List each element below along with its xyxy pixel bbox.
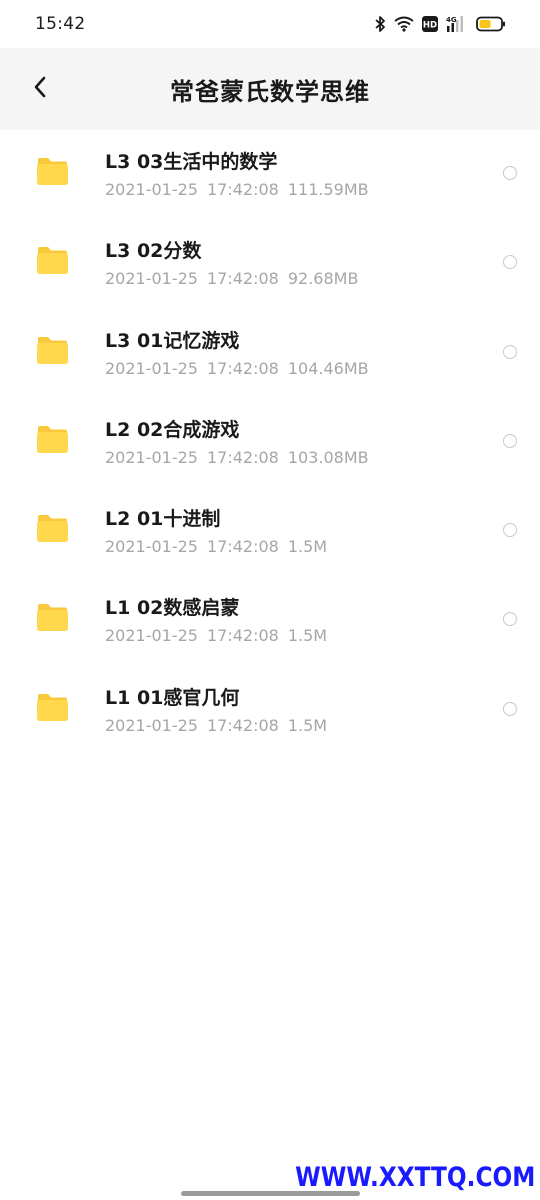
file-size: 1.5M (287, 537, 328, 557)
folder-icon (36, 157, 69, 186)
file-row[interactable]: L3 02分数 2021-01-25 17:42:08 92.68MB (0, 219, 540, 308)
file-date: 2021-01-25 (105, 715, 198, 735)
file-time: 17:42:08 (206, 180, 279, 199)
status-icons: HD 4G (374, 15, 506, 33)
file-time: 17:42:08 (206, 447, 279, 467)
file-row[interactable]: L1 01感官几何 2021-01-25 17:42:08 1.5M (0, 666, 540, 755)
select-radio[interactable] (503, 166, 517, 180)
page-title: 常爸蒙氏数学思维 (170, 77, 370, 106)
status-bar: 15:42 HD 4G (0, 0, 540, 48)
file-meta: 2021-01-25 17:42:08 1.5M (105, 625, 327, 647)
file-name: L1 01感官几何 (105, 686, 240, 709)
folder-icon (36, 246, 69, 275)
folder-icon (36, 603, 69, 632)
file-time: 17:42:08 (206, 269, 279, 289)
hd-icon: HD (422, 16, 438, 32)
file-name: L3 02分数 (105, 240, 202, 263)
file-meta: 2021-01-25 17:42:08 1.5M (105, 715, 327, 737)
select-radio[interactable] (503, 433, 517, 448)
file-time: 17:42:08 (206, 626, 279, 646)
folder-icon (36, 693, 69, 722)
folder-icon (36, 336, 69, 365)
file-text: L2 01十进制 2021-01-25 17:42:08 1.5M (105, 507, 327, 558)
battery-icon (476, 16, 506, 32)
home-indicator[interactable] (181, 1191, 360, 1196)
file-row[interactable]: L2 02合成游戏 2021-01-25 17:42:08 103.08MB (0, 398, 540, 487)
navigation-bar: 常爸蒙氏数学思维 (0, 48, 540, 130)
back-button[interactable] (20, 69, 60, 109)
hd-icon-label: HD (423, 21, 437, 31)
file-size: 1.5M (287, 626, 328, 646)
file-name: L2 01十进制 (105, 508, 221, 531)
file-row[interactable]: L3 03生活中的数学 2021-01-25 17:42:08 111.59MB (0, 130, 540, 219)
file-row[interactable]: L3 01记忆游戏 2021-01-25 17:42:08 104.46MB (0, 309, 540, 398)
file-name: L3 03生活中的数学 (105, 151, 278, 173)
wifi-icon (394, 16, 414, 32)
select-radio[interactable] (503, 255, 517, 270)
file-text: L3 02分数 2021-01-25 17:42:08 92.68MB (105, 239, 358, 290)
status-time: 15:42 (35, 14, 86, 34)
file-meta: 2021-01-25 17:42:08 103.08MB (105, 447, 369, 469)
bluetooth-icon (374, 15, 386, 33)
file-date: 2021-01-25 (105, 447, 198, 467)
file-meta: 2021-01-25 17:42:08 111.59MB (105, 179, 369, 201)
file-text: L2 02合成游戏 2021-01-25 17:42:08 103.08MB (105, 418, 369, 469)
select-radio[interactable] (503, 701, 517, 716)
file-time: 17:42:08 (206, 537, 279, 557)
select-radio[interactable] (503, 523, 517, 538)
folder-icon (36, 514, 69, 543)
chevron-left-icon (33, 76, 47, 102)
file-meta: 2021-01-25 17:42:08 104.46MB (105, 358, 369, 380)
file-text: L1 01感官几何 2021-01-25 17:42:08 1.5M (105, 686, 327, 737)
folder-icon (36, 425, 69, 454)
select-radio[interactable] (503, 612, 517, 627)
file-meta: 2021-01-25 17:42:08 92.68MB (105, 268, 358, 290)
file-date: 2021-01-25 (105, 626, 198, 646)
file-time: 17:42:08 (206, 715, 279, 735)
file-size: 103.08MB (287, 447, 369, 467)
file-row[interactable]: L2 01十进制 2021-01-25 17:42:08 1.5M (0, 487, 540, 576)
file-date: 2021-01-25 (105, 180, 198, 199)
watermark-text: WWW.XXTTQ.COM (294, 1162, 535, 1193)
network-label: 4G (446, 16, 457, 24)
file-size: 1.5M (287, 715, 328, 735)
select-radio[interactable] (503, 344, 517, 359)
file-name: L2 02合成游戏 (105, 418, 240, 441)
file-time: 17:42:08 (206, 358, 279, 378)
file-text: L1 02数感启蒙 2021-01-25 17:42:08 1.5M (105, 596, 327, 647)
file-size: 92.68MB (287, 269, 359, 289)
file-name: L3 01记忆游戏 (105, 329, 240, 352)
file-date: 2021-01-25 (105, 537, 198, 557)
file-row[interactable]: L1 02数感启蒙 2021-01-25 17:42:08 1.5M (0, 576, 540, 665)
file-date: 2021-01-25 (105, 358, 198, 378)
file-text: L3 03生活中的数学 2021-01-25 17:42:08 111.59MB (105, 150, 369, 201)
file-size: 111.59MB (287, 180, 369, 199)
file-meta: 2021-01-25 17:42:08 1.5M (105, 536, 327, 558)
file-list: L3 03生活中的数学 2021-01-25 17:42:08 111.59MB L3 … (0, 130, 540, 755)
file-text: L3 01记忆游戏 2021-01-25 17:42:08 104.46MB (105, 329, 369, 380)
file-name: L1 02数感启蒙 (105, 597, 240, 620)
file-date: 2021-01-25 (105, 269, 198, 289)
4g-signal-icon: 4G (446, 15, 468, 33)
file-size: 104.46MB (287, 358, 369, 378)
